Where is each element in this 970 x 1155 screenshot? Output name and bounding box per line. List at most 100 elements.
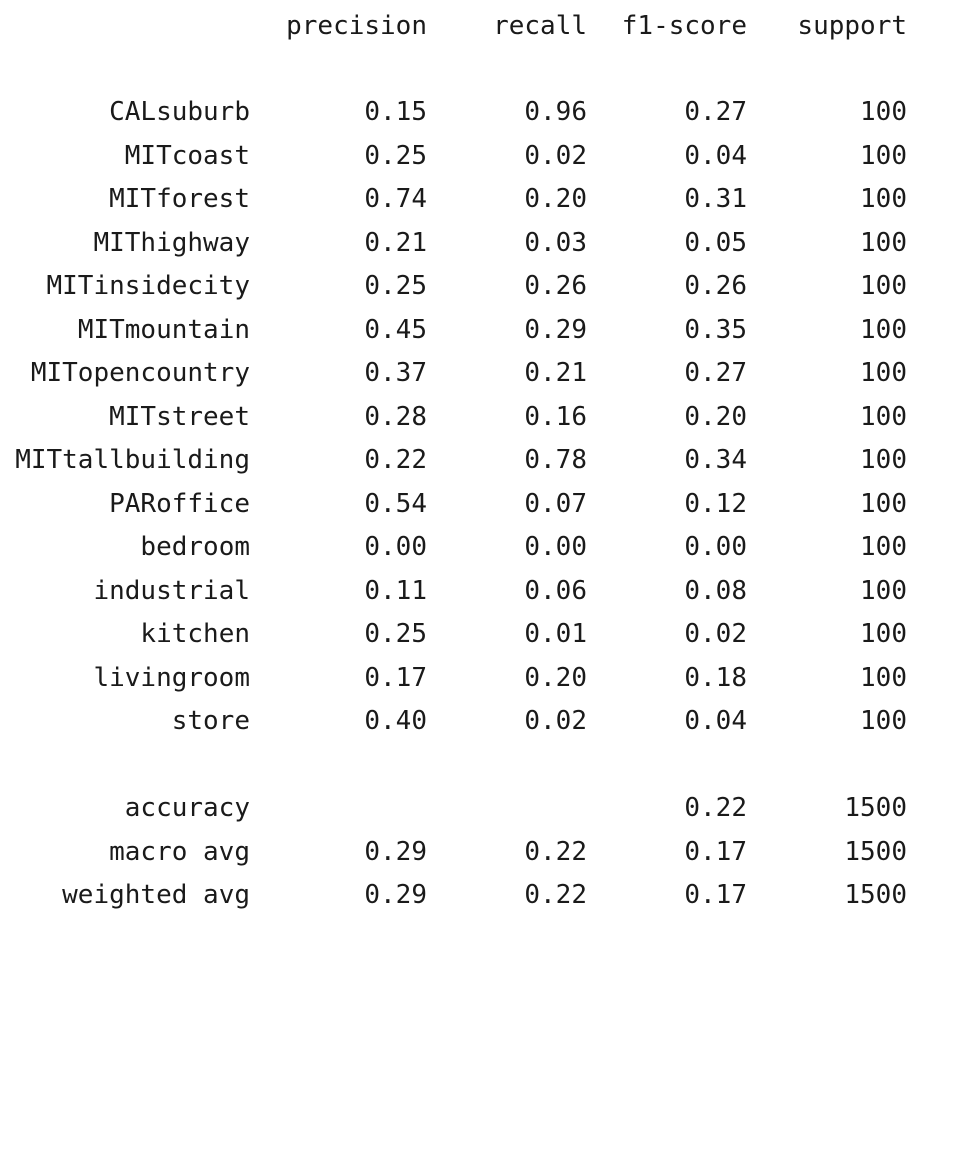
- recall-value: 0.22: [524, 837, 587, 867]
- recall-value: 0.06: [524, 576, 587, 606]
- precision-value: 0.22: [364, 445, 427, 475]
- class-label: MIThighway: [93, 228, 250, 258]
- support-value: 100: [860, 532, 907, 562]
- recall-value: 0.20: [524, 663, 587, 693]
- class-label: MITcoast: [124, 141, 250, 171]
- f1-value: 0.17: [684, 837, 747, 867]
- f1-value: 0.02: [684, 619, 747, 649]
- support-value: 100: [860, 315, 907, 345]
- class-row-bedroom: bedroom 0.00 0.00 0.00 100: [0, 527, 970, 567]
- class-row-industrial: industrial 0.11 0.06 0.08 100: [0, 571, 970, 611]
- header-recall: recall: [493, 11, 587, 41]
- f1-value: 0.05: [684, 228, 747, 258]
- recall-value: 0.21: [524, 358, 587, 388]
- class-label: store: [171, 706, 250, 736]
- support-value: 100: [860, 489, 907, 519]
- f1-value: 0.12: [684, 489, 747, 519]
- recall-value: 0.26: [524, 271, 587, 301]
- precision-value: 0.21: [364, 228, 427, 258]
- f1-value: 0.34: [684, 445, 747, 475]
- recall-value: 0.03: [524, 228, 587, 258]
- precision-value: 0.11: [364, 576, 427, 606]
- class-label: bedroom: [140, 532, 250, 562]
- class-label: MITmountain: [77, 315, 250, 345]
- precision-value: 0.45: [364, 315, 427, 345]
- summary-row-accuracy: accuracy 0.22 1500: [0, 788, 970, 828]
- f1-value: 0.17: [684, 880, 747, 910]
- class-row-mitmountain: MITmountain 0.45 0.29 0.35 100: [0, 310, 970, 350]
- precision-value: 0.54: [364, 489, 427, 519]
- f1-value: 0.04: [684, 141, 747, 171]
- summary-row-macro-avg: macro avg 0.29 0.22 0.17 1500: [0, 832, 970, 872]
- class-row-mithighway: MIThighway 0.21 0.03 0.05 100: [0, 223, 970, 263]
- precision-value: 0.25: [364, 271, 427, 301]
- support-value: 100: [860, 228, 907, 258]
- precision-value: 0.28: [364, 402, 427, 432]
- recall-value: 0.22: [524, 880, 587, 910]
- recall-value: 0.29: [524, 315, 587, 345]
- class-label: MITstreet: [109, 402, 250, 432]
- support-value: 100: [860, 619, 907, 649]
- precision-value: 0.29: [364, 880, 427, 910]
- recall-value: 0.00: [524, 532, 587, 562]
- summary-label: weighted avg: [62, 880, 250, 910]
- class-row-mitforest: MITforest 0.74 0.20 0.31 100: [0, 179, 970, 219]
- support-value: 100: [860, 141, 907, 171]
- precision-value: 0.29: [364, 837, 427, 867]
- class-label: MITinsidecity: [46, 271, 251, 301]
- f1-value: 0.35: [684, 315, 747, 345]
- f1-value: 0.27: [684, 358, 747, 388]
- precision-value: 0.17: [364, 663, 427, 693]
- recall-value: 0.78: [524, 445, 587, 475]
- header-support: support: [797, 11, 907, 41]
- class-row-kitchen: kitchen 0.25 0.01 0.02 100: [0, 614, 970, 654]
- f1-value: 0.00: [684, 532, 747, 562]
- class-row-store: store 0.40 0.02 0.04 100: [0, 701, 970, 741]
- class-row-mitinsidecity: MITinsidecity 0.25 0.26 0.26 100: [0, 266, 970, 306]
- class-label: CALsuburb: [109, 97, 250, 127]
- summary-row-weighted-avg: weighted avg 0.29 0.22 0.17 1500: [0, 875, 970, 915]
- recall-value: 0.07: [524, 489, 587, 519]
- precision-value: 0.37: [364, 358, 427, 388]
- class-row-mitcoast: MITcoast 0.25 0.02 0.04 100: [0, 136, 970, 176]
- precision-value: 0.40: [364, 706, 427, 736]
- precision-value: 0.25: [364, 141, 427, 171]
- support-value: 1500: [844, 880, 907, 910]
- precision-value: 0.00: [364, 532, 427, 562]
- recall-value: 0.02: [524, 706, 587, 736]
- header-precision: precision: [286, 11, 427, 41]
- f1-value: 0.27: [684, 97, 747, 127]
- precision-value: 0.74: [364, 184, 427, 214]
- support-value: 100: [860, 358, 907, 388]
- class-row-mittallbuilding: MITtallbuilding 0.22 0.78 0.34 100: [0, 440, 970, 480]
- f1-value: 0.26: [684, 271, 747, 301]
- support-value: 100: [860, 576, 907, 606]
- support-value: 100: [860, 706, 907, 736]
- class-row-paroffice: PARoffice 0.54 0.07 0.12 100: [0, 484, 970, 524]
- f1-value: 0.08: [684, 576, 747, 606]
- header-row: precision recall f1-score support: [0, 6, 970, 46]
- precision-value: 0.15: [364, 97, 427, 127]
- f1-value: 0.20: [684, 402, 747, 432]
- recall-value: 0.16: [524, 402, 587, 432]
- support-value: 1500: [844, 793, 907, 823]
- class-label: MITopencountry: [30, 358, 250, 388]
- recall-value: 0.20: [524, 184, 587, 214]
- support-value: 100: [860, 402, 907, 432]
- class-label: kitchen: [140, 619, 250, 649]
- recall-value: 0.96: [524, 97, 587, 127]
- support-value: 100: [860, 271, 907, 301]
- class-row-calsuburb: CALsuburb 0.15 0.96 0.27 100: [0, 92, 970, 132]
- summary-label: accuracy: [124, 793, 250, 823]
- f1-value: 0.18: [684, 663, 747, 693]
- support-value: 1500: [844, 837, 907, 867]
- class-row-livingroom: livingroom 0.17 0.20 0.18 100: [0, 658, 970, 698]
- precision-value: 0.25: [364, 619, 427, 649]
- f1-value: 0.31: [684, 184, 747, 214]
- summary-label: macro avg: [109, 837, 250, 867]
- class-row-mitstreet: MITstreet 0.28 0.16 0.20 100: [0, 397, 970, 437]
- support-value: 100: [860, 663, 907, 693]
- class-label: industrial: [93, 576, 250, 606]
- f1-value: 0.04: [684, 706, 747, 736]
- f1-value: 0.22: [684, 793, 747, 823]
